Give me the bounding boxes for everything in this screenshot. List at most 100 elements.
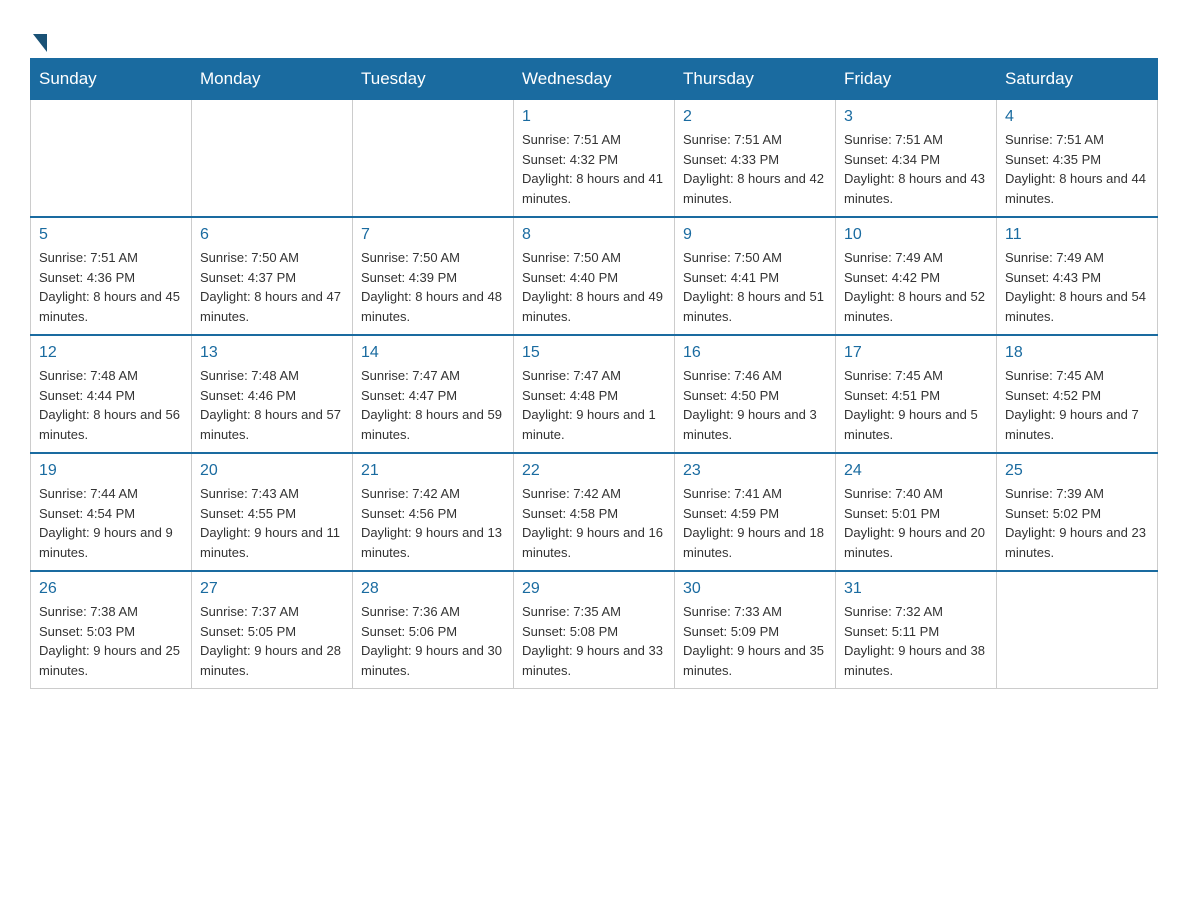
day-number: 3: [844, 108, 988, 126]
calendar-cell: 18 Sunrise: 7:45 AM Sunset: 4:52 PM Dayli…: [997, 335, 1158, 453]
day-number: 19: [39, 462, 183, 480]
day-number: 28: [361, 580, 505, 598]
day-info: Sunrise: 7:38 AM Sunset: 5:03 PM Dayligh…: [39, 602, 183, 680]
day-info: Sunrise: 7:51 AM Sunset: 4:33 PM Dayligh…: [683, 130, 827, 208]
day-number: 6: [200, 226, 344, 244]
day-info: Sunrise: 7:35 AM Sunset: 5:08 PM Dayligh…: [522, 602, 666, 680]
calendar-cell: 2 Sunrise: 7:51 AM Sunset: 4:33 PM Daylig…: [675, 100, 836, 218]
calendar-cell: 8 Sunrise: 7:50 AM Sunset: 4:40 PM Daylig…: [514, 217, 675, 335]
day-number: 4: [1005, 108, 1149, 126]
week-row-3: 12 Sunrise: 7:48 AM Sunset: 4:44 PM Dayli…: [31, 335, 1158, 453]
calendar-cell: [31, 100, 192, 218]
day-number: 22: [522, 462, 666, 480]
calendar-cell: 25 Sunrise: 7:39 AM Sunset: 5:02 PM Dayli…: [997, 453, 1158, 571]
calendar-cell: 15 Sunrise: 7:47 AM Sunset: 4:48 PM Dayli…: [514, 335, 675, 453]
calendar-cell: 23Sunrise: 7:41 AM Sunset: 4:59 PM Dayli…: [675, 453, 836, 571]
calendar-cell: 4 Sunrise: 7:51 AM Sunset: 4:35 PM Daylig…: [997, 100, 1158, 218]
day-info: Sunrise: 7:51 AM Sunset: 4:35 PM Dayligh…: [1005, 130, 1149, 208]
calendar-cell: 5 Sunrise: 7:51 AM Sunset: 4:36 PM Daylig…: [31, 217, 192, 335]
day-number: 31: [844, 580, 988, 598]
day-number: 11: [1005, 226, 1149, 244]
day-info: Sunrise: 7:47 AM Sunset: 4:48 PM Dayligh…: [522, 366, 666, 444]
day-info: Sunrise: 7:51 AM Sunset: 4:34 PM Dayligh…: [844, 130, 988, 208]
calendar-cell: 11 Sunrise: 7:49 AM Sunset: 4:43 PM Dayli…: [997, 217, 1158, 335]
calendar-body: 1 Sunrise: 7:51 AM Sunset: 4:32 PM Daylig…: [31, 100, 1158, 689]
day-info: Sunrise: 7:48 AM Sunset: 4:44 PM Dayligh…: [39, 366, 183, 444]
calendar-cell: 28Sunrise: 7:36 AM Sunset: 5:06 PM Dayli…: [353, 571, 514, 689]
page-header: [30, 20, 1158, 48]
day-info: Sunrise: 7:33 AM Sunset: 5:09 PM Dayligh…: [683, 602, 827, 680]
week-row-1: 1 Sunrise: 7:51 AM Sunset: 4:32 PM Daylig…: [31, 100, 1158, 218]
day-number: 15: [522, 344, 666, 362]
calendar-cell: 17Sunrise: 7:45 AM Sunset: 4:51 PM Dayli…: [836, 335, 997, 453]
calendar-cell: 22Sunrise: 7:42 AM Sunset: 4:58 PM Dayli…: [514, 453, 675, 571]
day-info: Sunrise: 7:51 AM Sunset: 4:36 PM Dayligh…: [39, 248, 183, 326]
day-header-sunday: Sunday: [31, 59, 192, 100]
calendar-cell: 3 Sunrise: 7:51 AM Sunset: 4:34 PM Daylig…: [836, 100, 997, 218]
day-info: Sunrise: 7:32 AM Sunset: 5:11 PM Dayligh…: [844, 602, 988, 680]
calendar-cell: 14Sunrise: 7:47 AM Sunset: 4:47 PM Dayli…: [353, 335, 514, 453]
day-number: 2: [683, 108, 827, 126]
day-info: Sunrise: 7:46 AM Sunset: 4:50 PM Dayligh…: [683, 366, 827, 444]
day-number: 1: [522, 108, 666, 126]
day-info: Sunrise: 7:51 AM Sunset: 4:32 PM Dayligh…: [522, 130, 666, 208]
day-header-thursday: Thursday: [675, 59, 836, 100]
calendar-cell: [353, 100, 514, 218]
calendar-cell: 21 Sunrise: 7:42 AM Sunset: 4:56 PM Dayli…: [353, 453, 514, 571]
calendar-header: SundayMondayTuesdayWednesdayThursdayFrid…: [31, 59, 1158, 100]
day-number: 13: [200, 344, 344, 362]
day-info: Sunrise: 7:50 AM Sunset: 4:39 PM Dayligh…: [361, 248, 505, 326]
calendar-cell: 1 Sunrise: 7:51 AM Sunset: 4:32 PM Daylig…: [514, 100, 675, 218]
day-info: Sunrise: 7:44 AM Sunset: 4:54 PM Dayligh…: [39, 484, 183, 562]
day-number: 29: [522, 580, 666, 598]
day-number: 21: [361, 462, 505, 480]
calendar-cell: 10Sunrise: 7:49 AM Sunset: 4:42 PM Dayli…: [836, 217, 997, 335]
day-header-wednesday: Wednesday: [514, 59, 675, 100]
logo: [30, 30, 47, 48]
calendar-cell: [192, 100, 353, 218]
day-number: 25: [1005, 462, 1149, 480]
day-number: 9: [683, 226, 827, 244]
calendar-cell: 20 Sunrise: 7:43 AM Sunset: 4:55 PM Dayli…: [192, 453, 353, 571]
week-row-4: 19 Sunrise: 7:44 AM Sunset: 4:54 PM Dayli…: [31, 453, 1158, 571]
calendar-cell: 30 Sunrise: 7:33 AM Sunset: 5:09 PM Dayli…: [675, 571, 836, 689]
day-info: Sunrise: 7:42 AM Sunset: 4:56 PM Dayligh…: [361, 484, 505, 562]
calendar-cell: [997, 571, 1158, 689]
day-info: Sunrise: 7:43 AM Sunset: 4:55 PM Dayligh…: [200, 484, 344, 562]
day-number: 24: [844, 462, 988, 480]
day-header-tuesday: Tuesday: [353, 59, 514, 100]
day-number: 18: [1005, 344, 1149, 362]
calendar-cell: 6 Sunrise: 7:50 AM Sunset: 4:37 PM Daylig…: [192, 217, 353, 335]
day-info: Sunrise: 7:50 AM Sunset: 4:37 PM Dayligh…: [200, 248, 344, 326]
day-number: 10: [844, 226, 988, 244]
day-number: 16: [683, 344, 827, 362]
day-number: 30: [683, 580, 827, 598]
day-header-friday: Friday: [836, 59, 997, 100]
calendar-cell: 16 Sunrise: 7:46 AM Sunset: 4:50 PM Dayli…: [675, 335, 836, 453]
day-info: Sunrise: 7:41 AM Sunset: 4:59 PM Dayligh…: [683, 484, 827, 562]
day-number: 20: [200, 462, 344, 480]
week-row-2: 5 Sunrise: 7:51 AM Sunset: 4:36 PM Daylig…: [31, 217, 1158, 335]
calendar-cell: 13 Sunrise: 7:48 AM Sunset: 4:46 PM Dayli…: [192, 335, 353, 453]
day-header-saturday: Saturday: [997, 59, 1158, 100]
day-number: 7: [361, 226, 505, 244]
logo-arrow-icon: [33, 34, 47, 52]
calendar-cell: 26 Sunrise: 7:38 AM Sunset: 5:03 PM Dayli…: [31, 571, 192, 689]
day-number: 26: [39, 580, 183, 598]
day-info: Sunrise: 7:48 AM Sunset: 4:46 PM Dayligh…: [200, 366, 344, 444]
day-number: 12: [39, 344, 183, 362]
day-number: 27: [200, 580, 344, 598]
calendar-cell: 24Sunrise: 7:40 AM Sunset: 5:01 PM Dayli…: [836, 453, 997, 571]
day-info: Sunrise: 7:50 AM Sunset: 4:40 PM Dayligh…: [522, 248, 666, 326]
week-row-5: 26 Sunrise: 7:38 AM Sunset: 5:03 PM Dayli…: [31, 571, 1158, 689]
calendar-cell: 29 Sunrise: 7:35 AM Sunset: 5:08 PM Dayli…: [514, 571, 675, 689]
header-row: SundayMondayTuesdayWednesdayThursdayFrid…: [31, 59, 1158, 100]
day-info: Sunrise: 7:45 AM Sunset: 4:52 PM Dayligh…: [1005, 366, 1149, 444]
day-info: Sunrise: 7:49 AM Sunset: 4:43 PM Dayligh…: [1005, 248, 1149, 326]
day-number: 5: [39, 226, 183, 244]
calendar-table: SundayMondayTuesdayWednesdayThursdayFrid…: [30, 58, 1158, 689]
day-info: Sunrise: 7:39 AM Sunset: 5:02 PM Dayligh…: [1005, 484, 1149, 562]
day-number: 8: [522, 226, 666, 244]
calendar-cell: 12 Sunrise: 7:48 AM Sunset: 4:44 PM Dayli…: [31, 335, 192, 453]
day-number: 17: [844, 344, 988, 362]
